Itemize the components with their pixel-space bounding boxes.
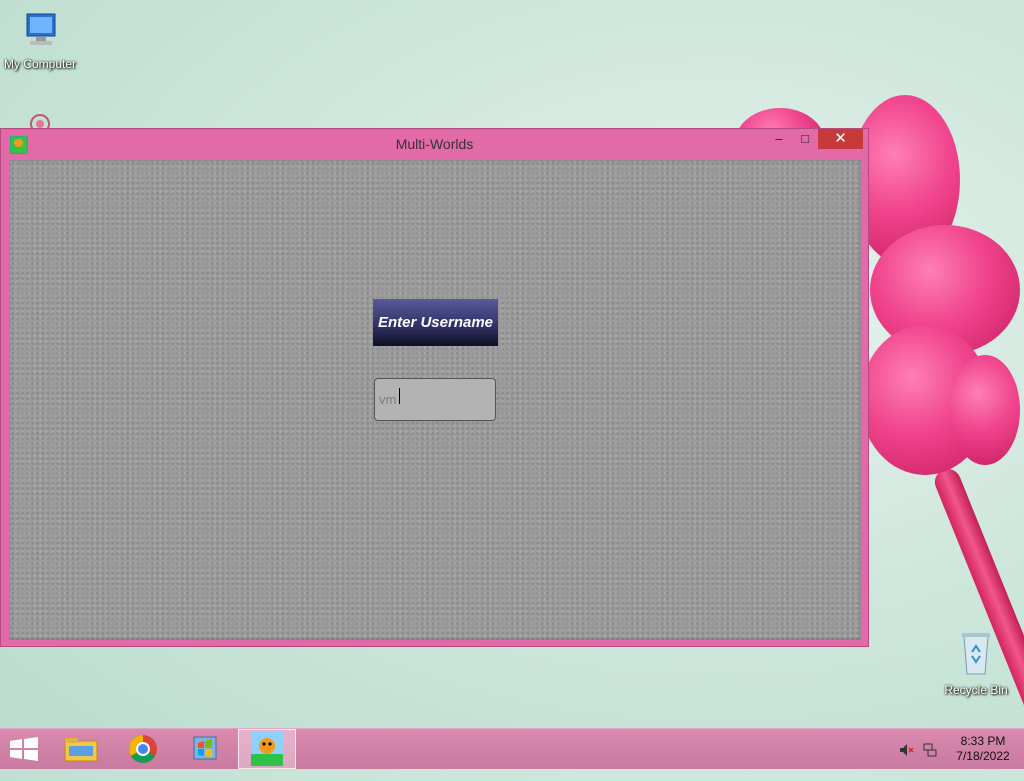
window-title: Multi-Worlds bbox=[395, 136, 474, 152]
window-content: Enter Username bbox=[9, 160, 861, 640]
desktop-icon-recycle-bin[interactable]: Recycle Bin bbox=[936, 630, 1016, 697]
chrome-icon bbox=[129, 735, 157, 763]
volume-muted-icon[interactable] bbox=[898, 742, 914, 758]
computer-icon bbox=[26, 13, 56, 45]
desktop-icon-label: Recycle Bin bbox=[944, 683, 1008, 697]
network-icon[interactable] bbox=[922, 742, 938, 758]
clock-date: 7/18/2022 bbox=[956, 749, 1010, 763]
window-titlebar[interactable]: Multi-Worlds ‒ □ ✕ bbox=[1, 129, 868, 159]
taskbar-multi-worlds[interactable] bbox=[238, 729, 296, 769]
taskbar: 8:33 PM 7/18/2022 bbox=[0, 728, 1024, 769]
taskbar-file-explorer[interactable] bbox=[52, 729, 110, 769]
clock[interactable]: 8:33 PM 7/18/2022 bbox=[948, 734, 1018, 764]
recycle-bin-icon bbox=[962, 633, 990, 675]
taskbar-windows-media[interactable] bbox=[176, 729, 234, 769]
taskbar-chrome[interactable] bbox=[114, 729, 172, 769]
username-input[interactable] bbox=[374, 378, 496, 421]
start-button[interactable] bbox=[0, 729, 58, 769]
desktop-icon-label: My Computer bbox=[3, 57, 77, 71]
desktop-icon-my-computer[interactable]: My Computer bbox=[0, 8, 80, 71]
minimize-button[interactable]: ‒ bbox=[766, 129, 792, 149]
windows-logo-icon bbox=[10, 737, 38, 761]
multi-worlds-window: Multi-Worlds ‒ □ ✕ Enter Username bbox=[0, 128, 869, 647]
text-caret bbox=[399, 388, 400, 404]
app-shortcut-icon bbox=[30, 114, 50, 134]
maximize-button[interactable]: □ bbox=[792, 129, 818, 149]
multi-worlds-app-icon bbox=[251, 732, 283, 766]
clock-time: 8:33 PM bbox=[960, 734, 1006, 748]
close-button[interactable]: ✕ bbox=[818, 129, 863, 149]
enter-username-label: Enter Username bbox=[373, 299, 498, 346]
folder-icon bbox=[64, 738, 98, 762]
media-app-icon bbox=[193, 736, 217, 760]
